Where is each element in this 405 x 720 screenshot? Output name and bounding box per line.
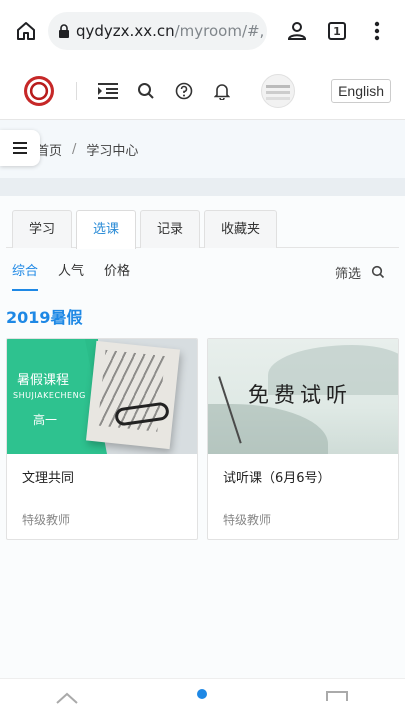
bell-icon[interactable] xyxy=(209,78,235,104)
hamburger-menu-icon[interactable] xyxy=(0,130,40,166)
filter-label: 筛选 xyxy=(334,266,361,282)
site-header: English xyxy=(0,62,405,120)
breadcrumb: 首页 / 学习中心 xyxy=(0,120,405,178)
course-card[interactable]: 免费试听 试听课（6月6号） 特级教师 xyxy=(207,338,399,540)
course-card[interactable]: 暑假课程 SHUJIAKECHENG 高一 文理共同 特级教师 xyxy=(6,338,198,540)
url-host: qydyzx.xx.cn xyxy=(76,22,175,40)
tab-favorites[interactable]: 收藏夹 xyxy=(204,210,278,248)
nav-active-dot[interactable] xyxy=(197,689,207,699)
filter-button[interactable]: 筛选 xyxy=(335,248,385,296)
search-icon xyxy=(371,265,385,279)
main-content: 学习 选课 记录 收藏夹 综合 人气 价格 筛选 2019暑假 暑假课程 SHU… xyxy=(0,196,405,704)
home-icon[interactable] xyxy=(10,15,42,47)
avatar[interactable] xyxy=(261,73,295,108)
section-gap xyxy=(0,178,405,196)
section-title: 2019暑假 xyxy=(6,308,83,327)
indent-menu-icon[interactable] xyxy=(95,78,121,104)
language-button[interactable]: English xyxy=(331,79,391,103)
browser-toolbar: qydyzx.xx.cn/myroom/#, 1 xyxy=(0,0,405,62)
address-bar[interactable]: qydyzx.xx.cn/myroom/#, xyxy=(48,12,267,50)
sort-filter-row: 综合 人气 价格 筛选 xyxy=(6,248,399,296)
banner-text: 免费试听 xyxy=(248,383,352,407)
nav-book-icon[interactable] xyxy=(326,691,348,701)
tab-count: 1 xyxy=(328,22,346,40)
school-logo[interactable] xyxy=(24,75,54,106)
url-path: /myroom/#, xyxy=(174,22,265,40)
header-divider xyxy=(76,81,77,100)
tab-records[interactable]: 记录 xyxy=(140,210,201,248)
tab-course-selection[interactable]: 选课 xyxy=(76,210,137,249)
breadcrumb-current: 学习中心 xyxy=(86,143,139,159)
sort-comprehensive[interactable]: 综合 xyxy=(12,259,39,291)
account-icon[interactable] xyxy=(279,13,315,49)
course-list: 暑假课程 SHUJIAKECHENG 高一 文理共同 特级教师 免费试听 试听课… xyxy=(6,332,399,540)
course-teacher: 特级教师 xyxy=(223,513,272,527)
lock-icon xyxy=(58,24,70,38)
help-icon[interactable] xyxy=(171,78,197,104)
banner-line-1: 暑假课程 xyxy=(17,373,70,388)
course-banner: 暑假课程 SHUJIAKECHENG 高一 xyxy=(7,339,197,454)
course-teacher: 特级教师 xyxy=(22,513,71,527)
more-menu-icon[interactable] xyxy=(359,13,395,49)
breadcrumb-separator: / xyxy=(72,141,77,157)
bottom-nav xyxy=(0,678,405,704)
course-banner: 免费试听 xyxy=(208,339,398,454)
nav-home-icon[interactable] xyxy=(56,689,78,704)
course-title: 试听课（6月6号） xyxy=(223,471,331,486)
banner-line-3: 高一 xyxy=(33,413,58,427)
book-image xyxy=(86,340,180,450)
sort-price[interactable]: 价格 xyxy=(104,259,130,285)
tab-study[interactable]: 学习 xyxy=(12,210,73,248)
sort-popularity[interactable]: 人气 xyxy=(58,259,84,285)
search-icon[interactable] xyxy=(133,78,159,104)
course-title: 文理共同 xyxy=(22,471,75,486)
tab-switcher-button[interactable]: 1 xyxy=(319,13,355,49)
tab-bar: 学习 选课 记录 收藏夹 xyxy=(6,196,399,249)
banner-line-2: SHUJIAKECHENG xyxy=(13,391,86,400)
